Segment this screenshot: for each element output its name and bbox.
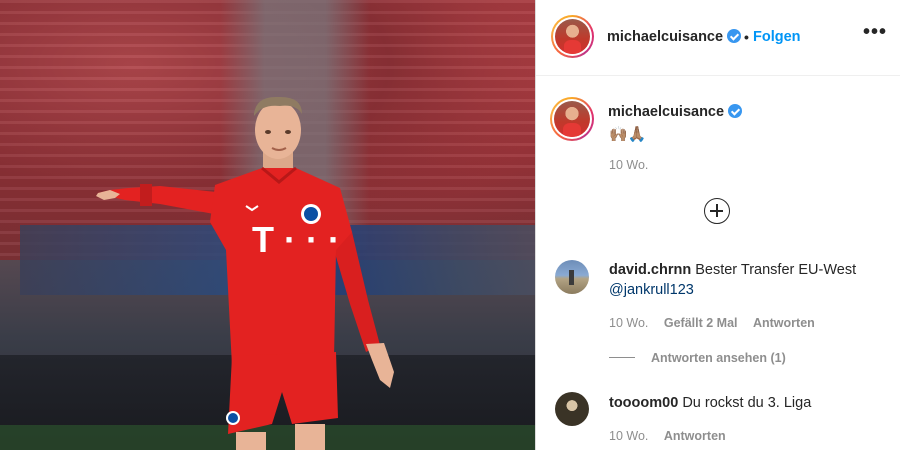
folded-hands-emoji: 🙏🏽: [627, 126, 647, 143]
caption-avatar[interactable]: [550, 97, 594, 141]
verified-badge-icon: [727, 29, 742, 43]
raising-hands-emoji: 🙌🏽: [609, 126, 628, 143]
author-username-link[interactable]: michaelcuisance: [607, 29, 742, 45]
comment-text: toooom00 Du rockst du 3. Liga: [609, 393, 889, 413]
post-sidebar: michaelcuisance • Folgen ••• michaelcuis…: [535, 0, 900, 450]
commenter-avatar[interactable]: [555, 392, 589, 426]
follow-button[interactable]: Folgen: [753, 29, 801, 45]
comment-username-link[interactable]: toooom00: [609, 395, 678, 411]
comment-timestamp[interactable]: 10 Wo.: [609, 429, 648, 443]
replies-divider: [609, 357, 635, 358]
caption-timestamp[interactable]: 10 Wo.: [609, 158, 648, 172]
reply-button[interactable]: Antworten: [664, 429, 726, 443]
comment-likes-link[interactable]: Gefällt 2 Mal: [664, 316, 738, 330]
post-photo[interactable]: T · · ·: [0, 0, 535, 450]
plus-circle-icon[interactable]: [704, 198, 730, 224]
commenter-avatar[interactable]: [555, 260, 589, 294]
comment-body: Du rockst du 3. Liga: [682, 395, 812, 411]
comment-timestamp[interactable]: 10 Wo.: [609, 316, 648, 330]
separator-dot: •: [744, 29, 749, 45]
comment-text: david.chrnn Bester Transfer EU-West @jan…: [609, 260, 889, 300]
view-replies-button[interactable]: Antworten ansehen (1): [609, 351, 786, 365]
more-options-icon[interactable]: •••: [862, 22, 888, 48]
view-replies-label: Antworten ansehen (1): [651, 351, 786, 365]
comment-actions: 10 Wo. Antworten: [609, 429, 738, 443]
caption-username-link[interactable]: michaelcuisance: [608, 104, 743, 120]
player-figure: T · · ·: [96, 96, 394, 450]
caption-text: 🙌🏽🙏🏽: [609, 125, 646, 143]
comment-username-link[interactable]: david.chrnn: [609, 262, 691, 278]
comment-actions: 10 Wo. Gefällt 2 Mal Antworten: [609, 316, 827, 330]
jersey-sponsor: T · · ·: [252, 219, 340, 260]
verified-badge-icon: [728, 104, 743, 118]
mention-link[interactable]: @jankrull123: [609, 282, 694, 298]
reply-button[interactable]: Antworten: [753, 316, 815, 330]
comment-body: Bester Transfer EU-West: [695, 262, 857, 278]
author-avatar[interactable]: [551, 15, 594, 58]
post-header: michaelcuisance • Folgen •••: [536, 0, 900, 76]
